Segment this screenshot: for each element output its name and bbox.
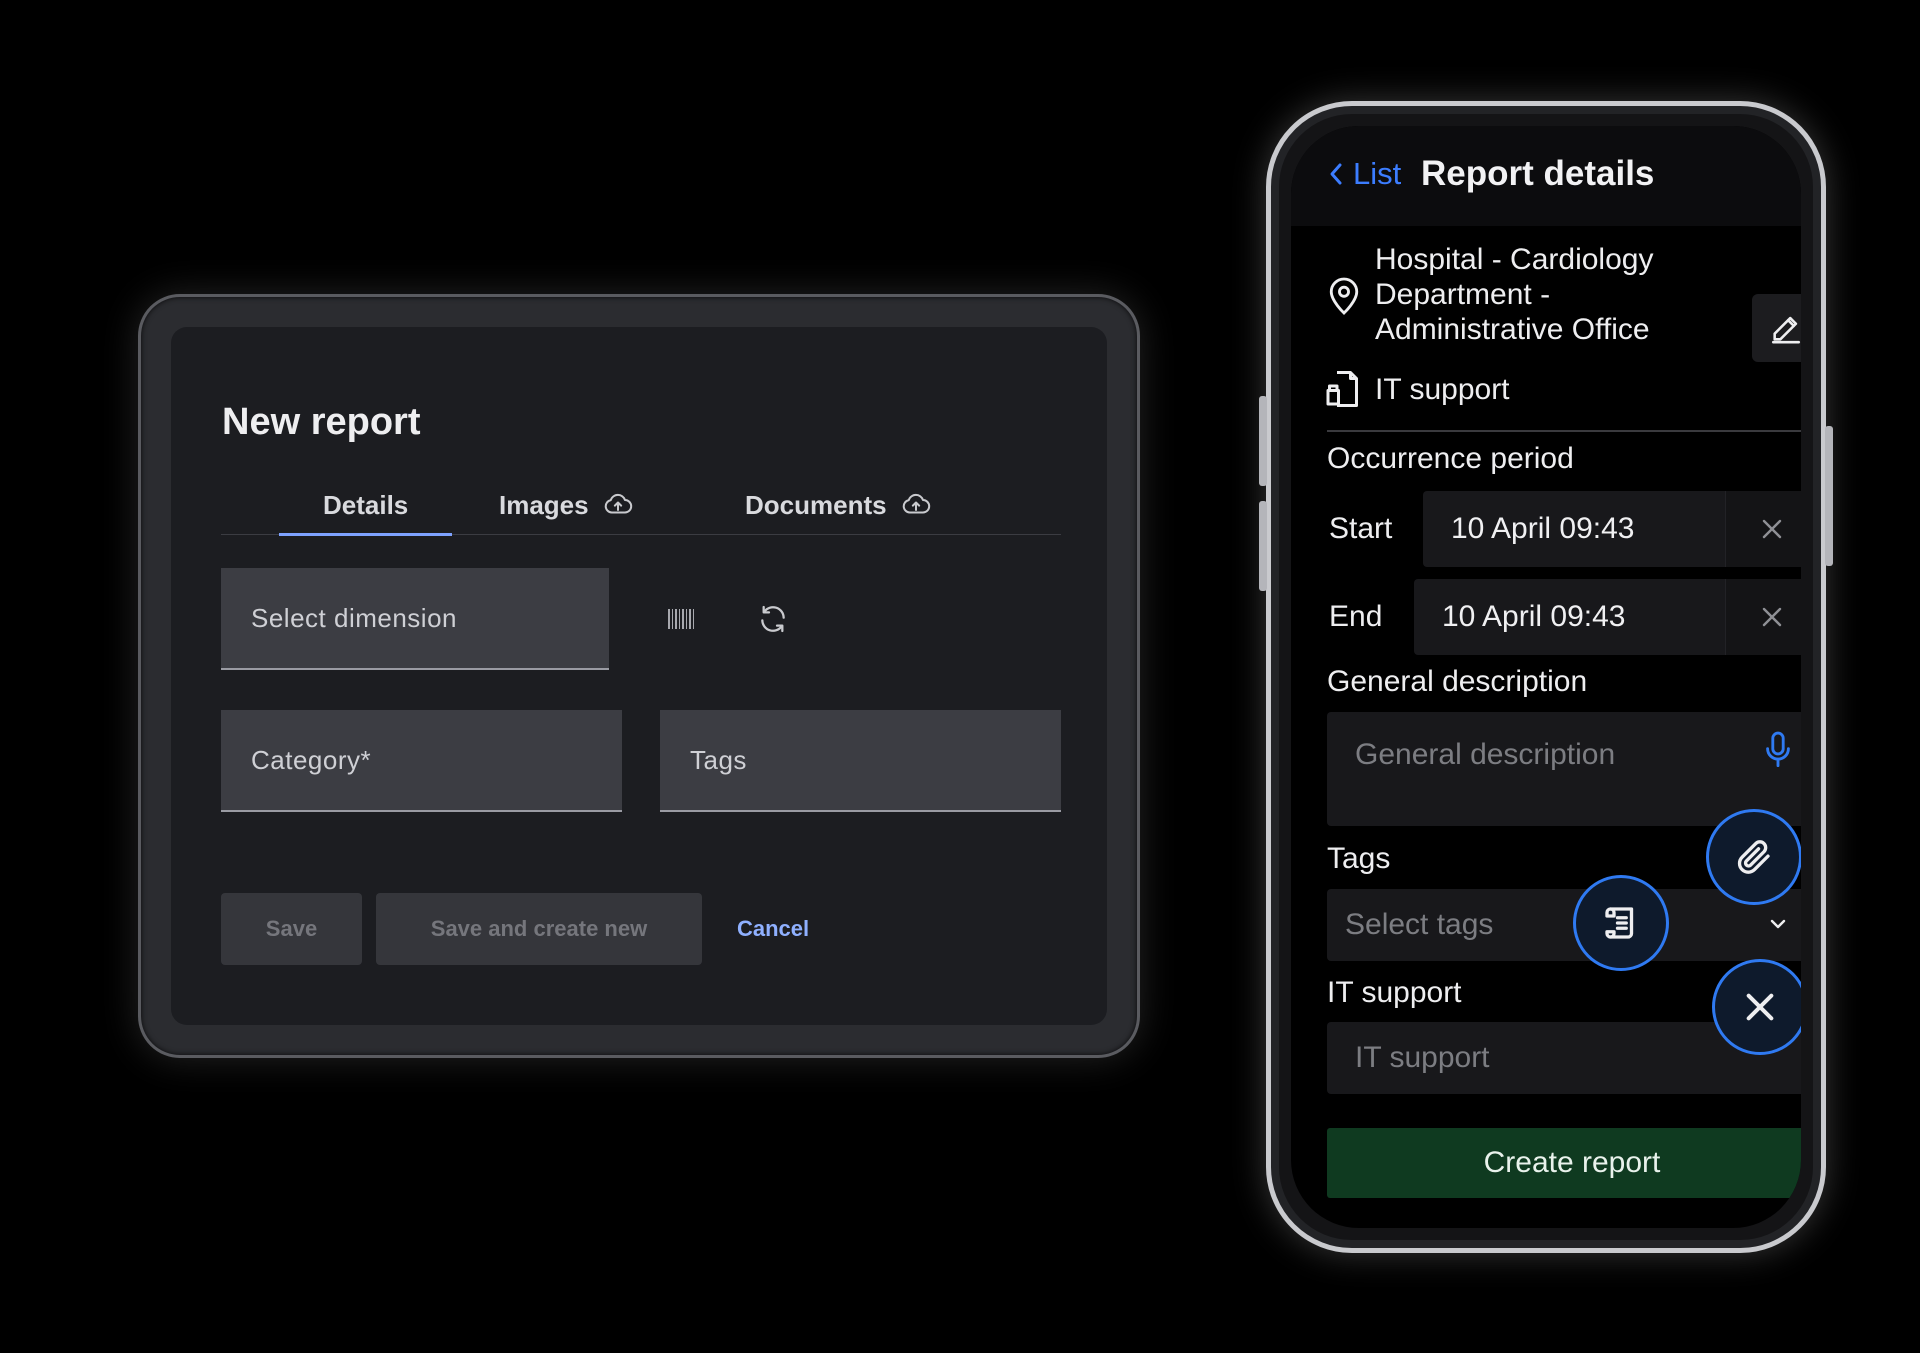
scroll-icon <box>1605 907 1634 939</box>
tags-select[interactable]: Select tags <box>1327 889 1801 961</box>
cloud-upload-icon <box>604 493 632 514</box>
edit-location-button[interactable] <box>1752 294 1801 362</box>
dimension-select-label: Select dimension <box>251 602 457 633</box>
phone-volume-button <box>1259 501 1267 591</box>
refresh-icon <box>761 605 785 633</box>
chevron-down-icon <box>1770 919 1786 929</box>
start-label: Start <box>1329 512 1393 545</box>
description-input[interactable]: General description <box>1327 712 1801 826</box>
close-menu-button[interactable] <box>1712 959 1801 1055</box>
divider <box>1327 430 1801 432</box>
close-icon <box>1762 607 1781 627</box>
stage: New report Details Images Documents Sele… <box>0 0 1920 1353</box>
tab-details[interactable]: Details <box>278 475 453 536</box>
phone-volume-button <box>1259 396 1267 486</box>
save-button[interactable]: Save <box>221 893 362 965</box>
phone-device: List Report details Hospital - Cardiolog… <box>1259 101 1833 1253</box>
page-title: Report details <box>1421 154 1655 193</box>
tags-placeholder: Select tags <box>1345 908 1494 941</box>
back-button[interactable]: List <box>1325 156 1401 192</box>
cancel-button[interactable]: Cancel <box>737 893 809 965</box>
close-icon <box>1762 519 1781 539</box>
category-select-label: Category* <box>251 744 372 775</box>
start-date-value: 10 April 09:43 <box>1451 512 1635 545</box>
occurrence-heading: Occurrence period <box>1327 442 1574 475</box>
barcode-icon <box>668 609 694 629</box>
tags-heading: Tags <box>1327 842 1391 875</box>
phone-screen: List Report details Hospital - Cardiolog… <box>1291 126 1801 1228</box>
tags-select-label: Tags <box>690 744 747 775</box>
save-and-create-new-button[interactable]: Save and create new <box>376 893 702 965</box>
end-label: End <box>1329 600 1383 633</box>
tab-documents[interactable]: Documents <box>745 475 931 535</box>
microphone-icon[interactable] <box>1765 730 1791 770</box>
location-line: Department - <box>1375 278 1551 311</box>
refresh-button[interactable] <box>751 597 795 641</box>
it-support-heading: IT support <box>1327 976 1462 1009</box>
tags-select[interactable]: Tags <box>660 710 1061 812</box>
end-date-field[interactable]: 10 April 09:43 <box>1414 579 1801 655</box>
dimension-select[interactable]: Select dimension <box>221 568 609 670</box>
category-text: IT support <box>1375 373 1510 406</box>
tab-details-label: Details <box>323 489 409 520</box>
location-line: Hospital - Cardiology <box>1375 243 1654 276</box>
location-line: Administrative Office <box>1375 313 1650 346</box>
phone-header: List Report details <box>1291 126 1801 226</box>
it-support-placeholder: IT support <box>1355 1041 1490 1074</box>
phone-power-button <box>1825 426 1833 566</box>
document-icon <box>1326 371 1358 407</box>
attach-button[interactable] <box>1706 809 1801 905</box>
cloud-upload-icon <box>902 493 930 514</box>
pencil-icon <box>1771 316 1801 344</box>
page-title: New report <box>222 401 421 443</box>
start-date-field[interactable]: 10 April 09:43 <box>1423 491 1801 567</box>
end-date-value: 10 April 09:43 <box>1442 600 1626 633</box>
note-button[interactable] <box>1573 875 1669 971</box>
location-pin-icon <box>1329 277 1359 315</box>
barcode-button[interactable] <box>659 597 703 641</box>
end-clear-button[interactable] <box>1725 579 1801 655</box>
tab-images[interactable]: Images <box>499 475 633 535</box>
location-text: Hospital - Cardiology Department - Admin… <box>1375 242 1653 347</box>
category-select[interactable]: Category* <box>221 710 622 812</box>
start-clear-button[interactable] <box>1725 491 1801 567</box>
tablet-device: New report Details Images Documents Sele… <box>138 294 1140 1058</box>
paperclip-icon <box>1737 840 1770 874</box>
chevron-left-icon <box>1330 163 1342 185</box>
tab-documents-label: Documents <box>745 489 887 520</box>
tablet-screen: New report Details Images Documents Sele… <box>171 327 1107 1025</box>
create-report-button[interactable]: Create report <box>1327 1128 1801 1198</box>
tab-bar: Details Images Documents <box>221 475 1061 536</box>
description-heading: General description <box>1327 665 1588 698</box>
description-placeholder: General description <box>1355 738 1616 771</box>
tab-images-label: Images <box>499 489 589 520</box>
back-label: List <box>1353 156 1402 191</box>
close-icon <box>1746 993 1774 1021</box>
